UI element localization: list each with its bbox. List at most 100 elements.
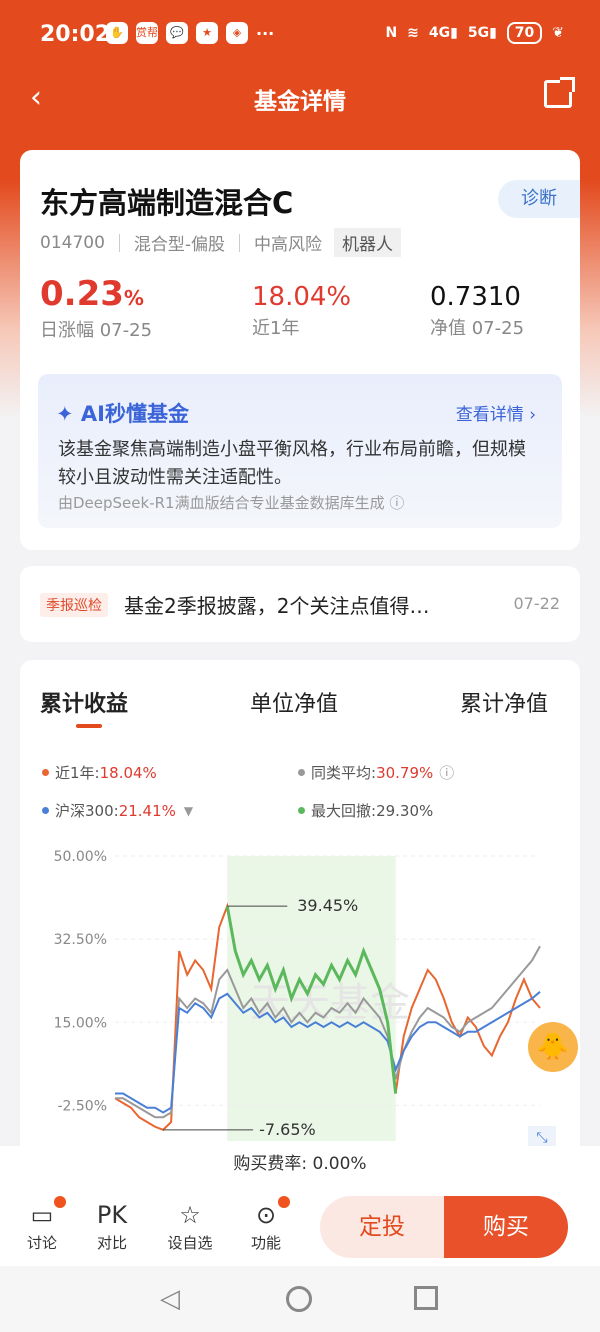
dropdown-icon[interactable]: ▼: [184, 804, 193, 818]
y-tick-label: -2.50%: [57, 1098, 107, 1114]
y-tick-label: 50.00%: [54, 849, 107, 865]
divider: [239, 233, 241, 252]
net-value-label: 净值 07-25: [430, 318, 525, 339]
fund-meta: 014700 混合型-偏股 中高风险 机器人: [40, 228, 402, 257]
fund-type: 混合型-偏股: [133, 235, 226, 255]
annotation-min: -7.65%: [259, 1120, 316, 1139]
legend-dot: [298, 807, 305, 814]
legend-dot: [42, 807, 49, 814]
legend-label: 沪深300:: [55, 802, 119, 820]
ai-title-text: AI秒懂基金: [80, 402, 189, 426]
home-nav-icon[interactable]: [286, 1286, 312, 1312]
return-chart[interactable]: 50.00%32.50%15.00%-2.50%天天基金39.45%-7.65%: [20, 836, 580, 1146]
report-text: 基金2季报披露，2个关注点值得…: [124, 594, 430, 618]
more-icon: ⊙: [236, 1196, 296, 1232]
status-right: N ≋ 4G▮ 5G▮ 70 ❦: [385, 22, 564, 44]
legend-csi300: 沪深300: 21.41% ▼: [42, 800, 193, 821]
net-value: 0.7310 净值 07-25: [430, 274, 524, 340]
tab-cumulative-nav[interactable]: 累计净值: [460, 686, 548, 718]
compare-label: 对比: [96, 1234, 127, 1252]
y-tick-label: 15.00%: [54, 1015, 107, 1031]
diagnose-button[interactable]: 诊断: [498, 180, 580, 218]
bottom-action-bar: ▭ 讨论 PK 对比 ☆ 设自选 ⊙ 功能 定投 购买: [0, 1188, 600, 1266]
legend-value: 21.41%: [118, 801, 176, 820]
legend-value: 30.79%: [376, 763, 434, 782]
fund-name: 东方高端制造混合C: [40, 186, 294, 220]
app-icon: ★: [196, 22, 218, 44]
fund-code: 014700: [40, 232, 105, 253]
mascot-icon[interactable]: 🐥: [528, 1022, 578, 1072]
signal-4g-icon: 4G▮: [428, 25, 458, 41]
more-notifications-icon: ···: [256, 23, 275, 43]
ai-source-note: 由DeepSeek-R1满血版结合专业基金数据库生成 ⓘ: [58, 494, 405, 512]
star-icon: ☆: [179, 1201, 201, 1229]
legend-year: 近1年: 18.04%: [42, 762, 157, 783]
legend-dot: [298, 769, 305, 776]
leaf-icon: ❦: [552, 25, 564, 41]
purchase-fee: 购买费率: 0.00%: [0, 1146, 600, 1188]
notification-dot: [54, 1196, 66, 1208]
divider: [118, 233, 120, 252]
legend-value: 18.04%: [99, 763, 157, 782]
tab-cumulative-return[interactable]: 累计收益: [40, 686, 128, 718]
status-time: 20:02: [40, 22, 111, 47]
auto-invest-button[interactable]: 定投: [320, 1196, 444, 1258]
battery-icon: 70: [506, 22, 543, 44]
nfc-icon: N: [385, 25, 398, 41]
signal-5g-icon: 5G▮: [467, 25, 497, 41]
bank-icon: ◈: [226, 22, 248, 44]
discuss-button[interactable]: ▭ 讨论: [12, 1196, 72, 1253]
back-nav-icon[interactable]: ◁: [160, 1284, 180, 1314]
recents-nav-icon[interactable]: [414, 1286, 438, 1310]
ai-summary-text: 该基金聚焦高端制造小盘平衡风格，行业布局前瞻，但规模较小且波动性需关注适配性。: [58, 439, 526, 488]
status-bar: 20:02 ✋ 赏帮 💬 ★ ◈ ··· N ≋ 4G▮ 5G▮ 70 ❦: [0, 0, 600, 72]
chat-icon: ▭: [12, 1196, 72, 1232]
daily-change-value: 0.23: [40, 274, 124, 314]
legend-drawdown: 最大回撤: 29.30%: [298, 800, 433, 821]
robot-tag[interactable]: 机器人: [334, 228, 402, 257]
report-date: 07-22: [513, 594, 561, 613]
legend-label: 最大回撤:: [311, 802, 377, 820]
notification-icons: ✋ 赏帮 💬 ★ ◈ ···: [106, 22, 274, 44]
chart-card: 累计收益 单位净值 累计净值 近1年: 18.04% 同类平均: 30.79% ⓘ …: [20, 660, 580, 1190]
legend-value: 29.30%: [376, 801, 434, 820]
report-tag: 季报巡检: [40, 593, 108, 617]
favorite-button[interactable]: ☆ 设自选: [160, 1198, 220, 1253]
year-return: 18.04% 近1年: [252, 274, 351, 340]
chart-tabs: 累计收益 单位净值 累计净值: [40, 686, 560, 728]
compare-button[interactable]: PK 对比: [82, 1198, 142, 1253]
y-tick-label: 32.50%: [54, 932, 107, 948]
legend-label: 同类平均:: [311, 764, 377, 782]
daily-change-unit: %: [123, 286, 144, 310]
annotation-max: 39.45%: [297, 896, 358, 915]
page-title: 基金详情: [254, 89, 346, 115]
daily-change: 0.23% 日涨幅 07-25: [40, 274, 152, 342]
message-icon: 💬: [166, 22, 188, 44]
tab-unit-nav[interactable]: 单位净值: [250, 686, 338, 718]
tab-underline: [76, 724, 102, 728]
nav-bar: ‹ 基金详情: [0, 72, 600, 122]
app-badge-icon: 赏帮: [136, 22, 158, 44]
fund-summary-card: 东方高端制造混合C 诊断 014700 混合型-偏股 中高风险 机器人 0.23…: [20, 150, 580, 550]
ai-summary-box[interactable]: ✦ AI秒懂基金 查看详情 › 该基金聚焦高端制造小盘平衡风格，行业布局前瞻，但…: [38, 374, 562, 528]
daily-change-label: 日涨幅 07-25: [40, 320, 153, 341]
ai-title: ✦ AI秒懂基金: [56, 398, 189, 428]
function-label: 功能: [250, 1234, 281, 1252]
legend-peer: 同类平均: 30.79% ⓘ: [298, 762, 454, 783]
report-card[interactable]: 季报巡检 基金2季报披露，2个关注点值得… 07-22: [20, 566, 580, 642]
share-icon[interactable]: [544, 77, 575, 108]
net-value-value: 0.7310: [430, 282, 521, 312]
legend-label: 近1年:: [55, 764, 100, 782]
fund-risk: 中高风险: [254, 235, 323, 255]
notification-dot: [278, 1196, 290, 1208]
function-button[interactable]: ⊙ 功能: [236, 1196, 296, 1253]
favorite-label: 设自选: [167, 1234, 213, 1252]
info-icon[interactable]: ⓘ: [439, 762, 454, 783]
pk-icon: PK: [96, 1201, 128, 1229]
buy-button[interactable]: 购买: [444, 1196, 568, 1258]
ai-details-link[interactable]: 查看详情 ›: [456, 400, 536, 425]
hand-icon: ✋: [106, 22, 128, 44]
legend-dot: [42, 769, 49, 776]
discuss-label: 讨论: [26, 1234, 57, 1252]
wifi-icon: ≋: [407, 25, 419, 41]
